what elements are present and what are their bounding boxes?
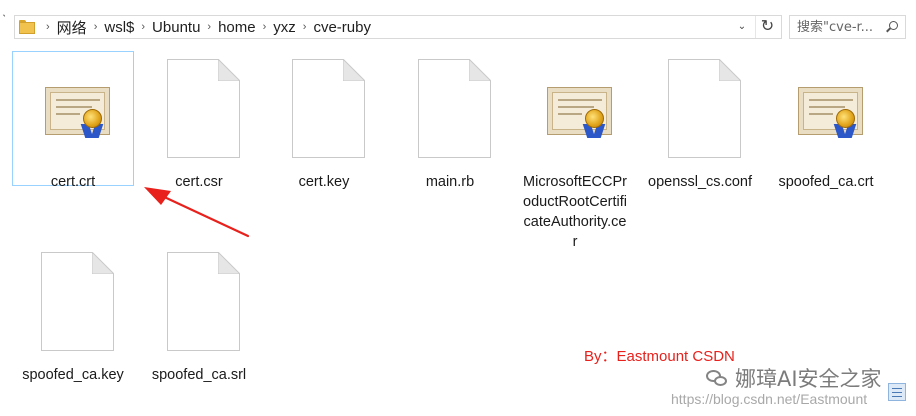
file-name: main.rb: [425, 174, 475, 190]
breadcrumb-path: › 网络 › wsl$ › Ubuntu › home › yxz › cve-…: [15, 16, 371, 38]
search-field[interactable]: [789, 15, 906, 39]
file-name: spoofed_ca.srl: [151, 367, 247, 383]
breadcrumb-wsl[interactable]: wsl$: [104, 19, 134, 36]
refresh-icon[interactable]: ↻: [755, 16, 779, 38]
history-dropdown-icon[interactable]: ⌄: [733, 17, 751, 37]
file-name: cert.csr: [175, 174, 223, 190]
file-name: cert.crt: [50, 174, 96, 190]
file-item-main-rb[interactable]: main.rb: [391, 53, 509, 192]
chevron-right-icon[interactable]: ›: [46, 21, 50, 33]
file-thumbnail: [394, 53, 506, 165]
file-thumbnail: [519, 53, 631, 165]
file-thumbnail: [268, 53, 380, 165]
file-item-microsoft-ecc-cer[interactable]: MicrosoftECCProductRootCertificateAuthor…: [516, 53, 634, 252]
watermark-brand-text: 娜璋AI安全之家: [735, 367, 882, 391]
blank-document-icon: [292, 59, 365, 158]
file-thumbnail: [17, 246, 129, 358]
chevron-right-icon[interactable]: ›: [141, 21, 145, 33]
watermark-brand: 娜璋AI安全之家: [706, 364, 882, 392]
file-thumbnail: [644, 53, 756, 165]
file-item-openssl-cs-conf[interactable]: openssl_cs.conf: [641, 53, 759, 192]
up-level-icon[interactable]: ˋ: [2, 12, 6, 27]
watermark-url: https://blog.csdn.net/Eastmount: [671, 391, 868, 407]
breadcrumb-cve-ruby[interactable]: cve-ruby: [313, 19, 371, 36]
blank-document-icon: [167, 59, 240, 158]
file-name: spoofed_ca.key: [22, 367, 124, 383]
blank-document-icon: [41, 252, 114, 351]
folder-icon: [19, 20, 35, 34]
breadcrumb[interactable]: › 网络 › wsl$ › Ubuntu › home › yxz › cve-…: [14, 15, 782, 39]
chevron-right-icon[interactable]: ›: [207, 21, 211, 33]
breadcrumb-ubuntu[interactable]: Ubuntu: [152, 19, 200, 36]
search-icon[interactable]: [886, 21, 898, 33]
file-name: spoofed_ca.crt: [778, 174, 874, 190]
chevron-right-icon[interactable]: ›: [263, 21, 267, 33]
author-byline: By：Eastmount CSDN: [584, 348, 735, 365]
file-item-cert-key[interactable]: cert.key: [265, 53, 383, 192]
breadcrumb-home[interactable]: home: [218, 19, 256, 36]
certificate-icon: [547, 87, 612, 138]
certificate-icon: [798, 87, 863, 138]
file-name: openssl_cs.conf: [648, 174, 752, 190]
wechat-icon: [706, 368, 728, 388]
details-pane-icon[interactable]: [888, 383, 906, 401]
file-thumbnail: [143, 246, 255, 358]
blank-document-icon: [418, 59, 491, 158]
breadcrumb-yxz[interactable]: yxz: [273, 19, 296, 36]
file-name: MicrosoftECCProductRootCertificateAuthor…: [523, 174, 627, 250]
file-thumbnail: [143, 53, 255, 165]
certificate-icon: [45, 87, 110, 138]
breadcrumb-network[interactable]: 网络: [57, 17, 87, 38]
file-item-cert-csr[interactable]: cert.csr: [140, 53, 258, 192]
address-toolbar: ˋ › 网络 › wsl$ › Ubuntu › home › yxz › cv…: [0, 0, 916, 46]
blank-document-icon: [668, 59, 741, 158]
chevron-right-icon[interactable]: ›: [303, 21, 307, 33]
blank-document-icon: [167, 252, 240, 351]
file-thumbnail: [17, 53, 129, 165]
chevron-right-icon[interactable]: ›: [94, 21, 98, 33]
file-name: cert.key: [298, 174, 350, 190]
file-thumbnail: [770, 53, 882, 165]
file-item-spoofed-ca-key[interactable]: spoofed_ca.key: [14, 246, 132, 385]
file-item-cert-crt[interactable]: cert.crt: [14, 53, 132, 192]
file-item-spoofed-ca-srl[interactable]: spoofed_ca.srl: [140, 246, 258, 385]
search-input[interactable]: [790, 16, 884, 38]
file-item-spoofed-ca-crt[interactable]: spoofed_ca.crt: [767, 53, 885, 192]
